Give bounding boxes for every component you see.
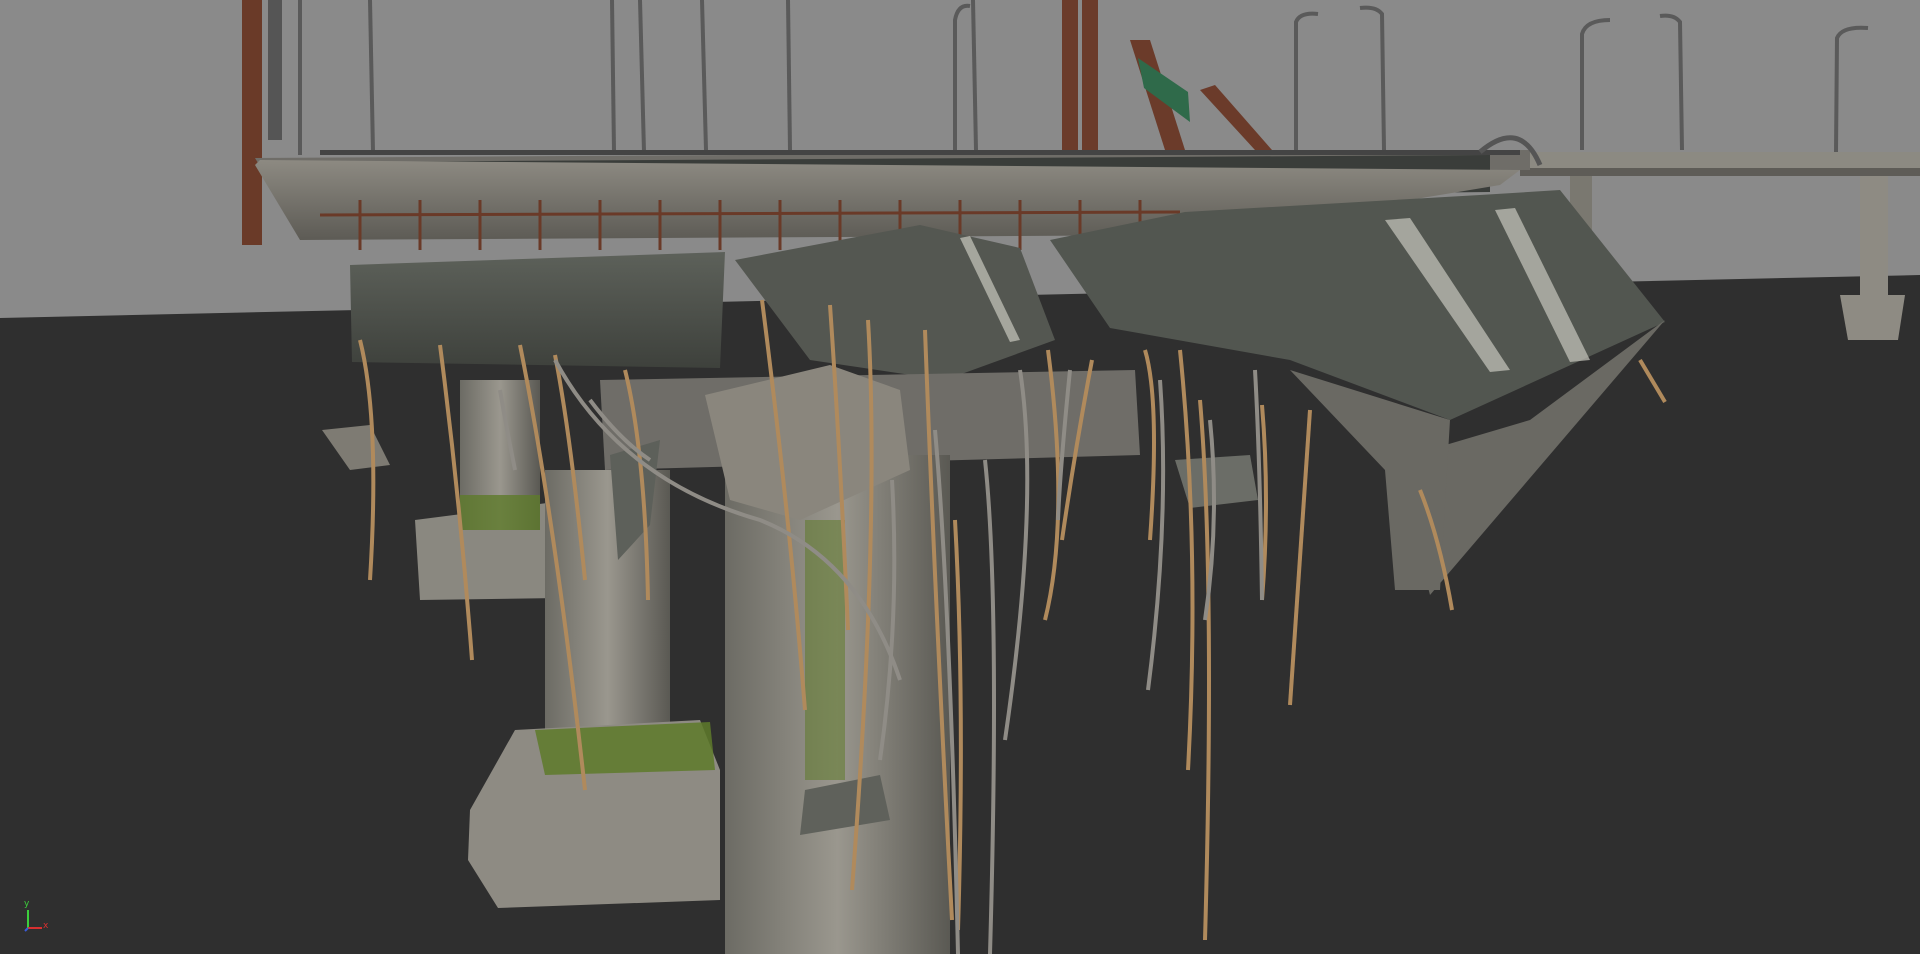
- y-axis-label: y: [24, 899, 30, 909]
- z-axis-line: [24, 927, 29, 932]
- bridge-scene: [0, 0, 1920, 954]
- axis-gizmo: y x: [22, 900, 52, 934]
- main-pillar: [725, 455, 950, 954]
- 3d-viewport[interactable]: y x: [0, 0, 1920, 954]
- x-axis-label: x: [43, 921, 49, 931]
